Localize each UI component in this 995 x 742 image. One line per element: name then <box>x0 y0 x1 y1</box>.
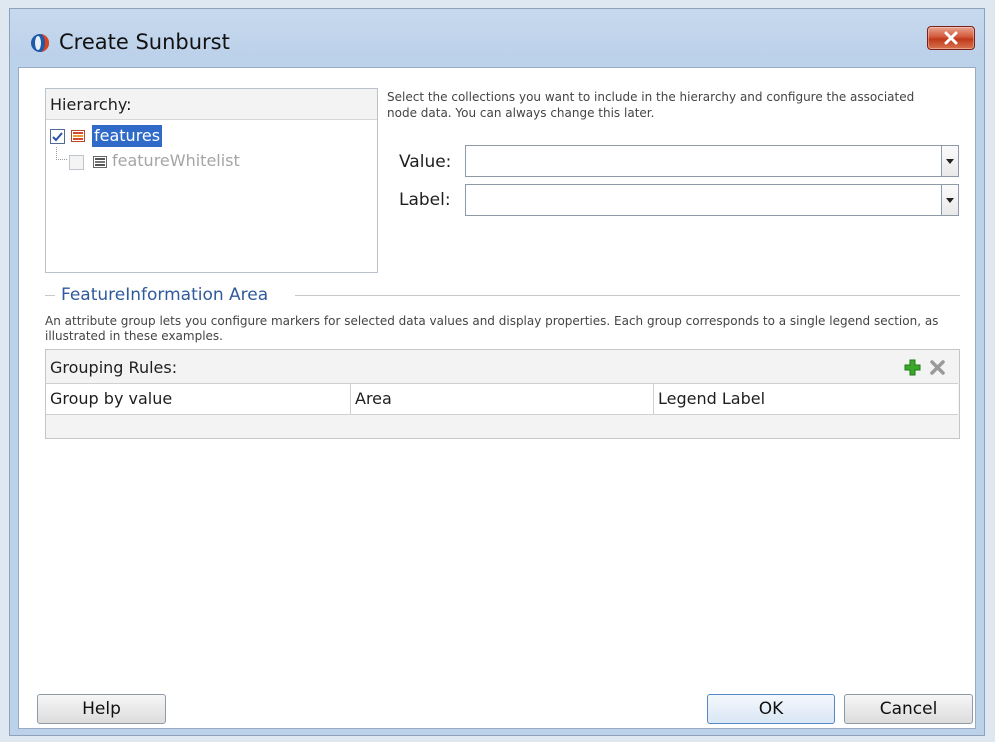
hierarchy-header: Hierarchy: <box>46 89 377 120</box>
help-button[interactable]: Help <box>37 694 166 724</box>
tree-item-label: featureWhitelist <box>112 151 240 170</box>
ok-button[interactable]: OK <box>707 694 835 724</box>
delete-icon[interactable] <box>929 359 946 376</box>
featurewhitelist-checkbox[interactable] <box>69 155 84 170</box>
ok-button-label: OK <box>758 699 784 719</box>
grouping-rules-table: Grouping Rules: Group by value Area Lege… <box>45 349 960 439</box>
hierarchy-tree: Hierarchy: features featureWhitelist <box>45 88 378 273</box>
grouping-rules-label: Grouping Rules: <box>50 358 178 377</box>
cancel-button[interactable]: Cancel <box>844 694 973 724</box>
hierarchy-label: Hierarchy: <box>50 95 132 114</box>
cancel-button-label: Cancel <box>879 699 938 719</box>
tree-item-featurewhitelist[interactable]: featureWhitelist <box>46 150 376 172</box>
tree-item-label: features <box>92 125 163 147</box>
section-divider <box>295 295 960 296</box>
chevron-down-icon[interactable] <box>941 185 958 215</box>
column-header-legend-label[interactable]: Legend Label <box>654 384 958 414</box>
dialog-content: Hierarchy: features featureWhitelist Sel… <box>18 67 976 729</box>
label-combobox[interactable] <box>465 184 959 216</box>
value-label: Value: <box>399 152 452 172</box>
close-button[interactable] <box>927 26 975 50</box>
section-divider <box>45 295 55 296</box>
column-header-area[interactable]: Area <box>351 384 654 414</box>
collection-icon <box>93 156 107 168</box>
help-button-label: Help <box>82 699 121 719</box>
create-sunburst-dialog: Create Sunburst Hierarchy: features feat… <box>9 8 985 736</box>
column-header-group-by-value[interactable]: Group by value <box>46 384 351 414</box>
chevron-down-icon[interactable] <box>941 146 958 176</box>
oracle-icon <box>31 34 49 52</box>
collection-icon <box>71 130 85 142</box>
table-header: Group by value Area Legend Label <box>46 383 958 415</box>
tree-item-features[interactable]: features <box>46 125 376 147</box>
features-checkbox[interactable] <box>50 129 65 144</box>
section-description: An attribute group lets you configure ma… <box>45 314 939 343</box>
window-title: Create Sunburst <box>59 30 230 54</box>
label-label: Label: <box>399 190 451 210</box>
close-icon <box>944 31 958 45</box>
grouping-toolbar: Grouping Rules: <box>46 350 959 383</box>
section-title: FeatureInformation Area <box>57 285 273 305</box>
checkmark-icon <box>52 132 63 142</box>
title-bar: Create Sunburst <box>10 9 984 71</box>
value-combobox[interactable] <box>465 145 959 177</box>
add-icon[interactable] <box>904 359 921 376</box>
instructions-text: Select the collections you want to inclu… <box>387 90 915 120</box>
